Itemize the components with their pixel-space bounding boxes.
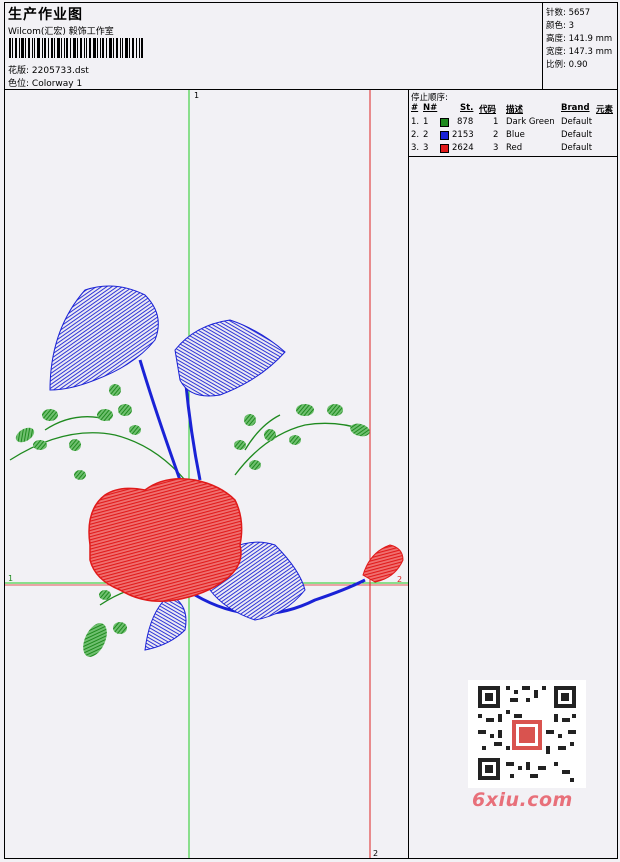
col-header-stitches: St.: [460, 103, 474, 113]
col-header-element: 元素: [596, 105, 614, 115]
embroidery-preview: 1 1 2 2: [5, 90, 409, 858]
blue-leaf-top-left: [49, 285, 159, 391]
stat-stitches: 针数: 5657: [546, 8, 591, 18]
table-row: 3. 3 2624 3 Red Default: [411, 143, 593, 153]
color-swatch-green: [440, 118, 449, 127]
company-subtitle: Wilcom(汇宏) 毅饰工作室: [8, 27, 114, 37]
table-row: 1. 1 878 1 Dark Green Default: [411, 117, 593, 127]
color-swatch-blue: [440, 131, 449, 140]
guide-bottom-marker: 2: [373, 849, 378, 858]
stat-colors: 颜色: 3: [546, 21, 574, 31]
guide-top-marker: 1: [194, 91, 199, 100]
design-value: 2205733.dst: [31, 66, 89, 76]
col-header-num: #: [411, 103, 419, 113]
stat-width: 宽度: 147.3 mm: [546, 47, 613, 57]
red-rose: [88, 478, 243, 602]
table-row: 2. 2 2153 2 Blue Default: [411, 130, 593, 140]
colorway-value: Colorway 1: [31, 79, 83, 89]
design-filename: 花版: 2205733.dst: [8, 63, 89, 76]
guide-left-marker: 1: [8, 574, 13, 583]
col-header-brand: Brand: [561, 103, 590, 113]
design-label: 花版:: [8, 66, 30, 76]
stat-scale: 比例: 0.90: [546, 60, 588, 70]
watermark: 6xiu.com: [472, 789, 573, 811]
design-stats: 针数: 5657 颜色: 3 高度: 141.9 mm 宽度: 147.3 mm…: [542, 3, 618, 89]
barcode-icon: [9, 38, 143, 58]
colorway: 色位: Colorway 1: [8, 76, 82, 89]
col-header-code: 代码: [479, 105, 497, 115]
colorway-label: 色位:: [8, 79, 30, 89]
color-swatch-red: [440, 144, 449, 153]
embroidery-design: 1 1 2 2: [5, 90, 408, 858]
page-title: 生产作业图: [8, 7, 83, 23]
guide-right-marker: 2: [397, 575, 402, 584]
col-header-needle: N#: [423, 103, 438, 113]
worksheet-header: 生产作业图 Wilcom(汇宏) 毅饰工作室 花版: 2205733.dst 色…: [5, 3, 617, 90]
stat-height: 高度: 141.9 mm: [546, 34, 613, 44]
stop-sequence-table: # N# St. 代码 描述 Brand 元素 1. 1 878 1 Dark …: [409, 102, 617, 157]
qr-code-icon: [468, 680, 586, 788]
blue-leaf-top-right: [174, 319, 286, 397]
blue-leaf-lower-left: [144, 594, 187, 651]
col-header-description: 描述: [506, 105, 524, 115]
